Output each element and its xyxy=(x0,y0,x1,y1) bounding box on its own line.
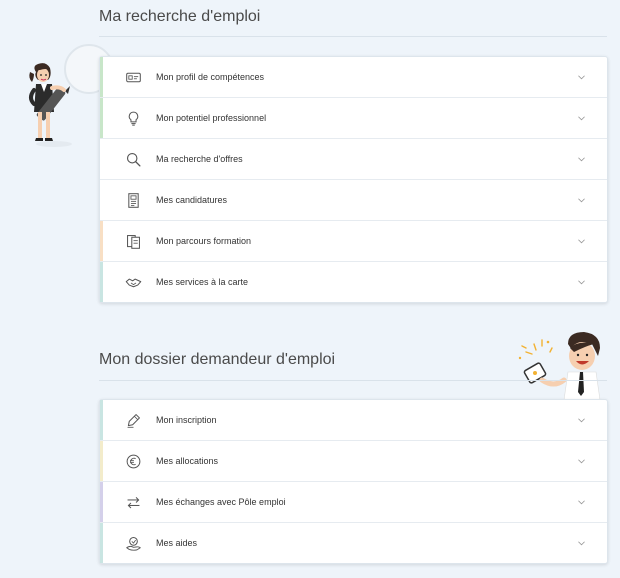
chevron-down-icon[interactable] xyxy=(577,196,585,204)
menu-item-recherche-offres[interactable]: Ma recherche d'offres xyxy=(100,139,607,180)
chevron-down-icon[interactable] xyxy=(577,237,585,245)
book-icon xyxy=(123,231,143,251)
chevron-down-icon[interactable] xyxy=(577,416,585,424)
handshake-icon xyxy=(123,272,143,292)
man-illustration xyxy=(512,330,612,401)
row-accent xyxy=(100,400,103,440)
section-title-recherche: Ma recherche d'emploi xyxy=(99,8,261,25)
chevron-down-icon[interactable] xyxy=(577,155,585,163)
lightbulb-icon xyxy=(123,108,143,128)
menu-item-label: Mon potentiel professionnel xyxy=(156,113,267,123)
menu-item-inscription[interactable]: Mon inscription xyxy=(100,400,607,441)
id-card-icon xyxy=(123,67,143,87)
menu-item-label: Ma recherche d'offres xyxy=(156,154,243,164)
menu-item-label: Mes allocations xyxy=(156,456,219,466)
recherche-menu-card: Mon profil de compétences Mon potentiel … xyxy=(99,56,608,303)
woman-illustration xyxy=(24,62,84,148)
chevron-down-icon[interactable] xyxy=(577,73,585,81)
row-accent xyxy=(100,221,103,261)
document-icon xyxy=(123,190,143,210)
row-accent xyxy=(100,98,103,138)
section-divider xyxy=(99,380,607,381)
menu-item-label: Mes candidatures xyxy=(156,195,228,205)
menu-item-potentiel-professionnel[interactable]: Mon potentiel professionnel xyxy=(100,98,607,139)
menu-item-services-carte[interactable]: Mes services à la carte xyxy=(100,262,607,302)
chevron-down-icon[interactable] xyxy=(577,498,585,506)
menu-item-candidatures[interactable]: Mes candidatures xyxy=(100,180,607,221)
row-accent xyxy=(100,523,103,563)
menu-item-label: Mon inscription xyxy=(156,415,217,425)
section-title-dossier: Mon dossier demandeur d'emploi xyxy=(99,351,336,368)
row-accent xyxy=(100,441,103,481)
aid-icon xyxy=(123,533,143,553)
chevron-down-icon[interactable] xyxy=(577,278,585,286)
menu-item-echanges[interactable]: Mes échanges avec Pôle emploi xyxy=(100,482,607,523)
menu-item-parcours-formation[interactable]: Mon parcours formation xyxy=(100,221,607,262)
menu-item-label: Mon parcours formation xyxy=(156,236,252,246)
menu-item-profil-competences[interactable]: Mon profil de compétences xyxy=(100,57,607,98)
menu-item-label: Mes échanges avec Pôle emploi xyxy=(156,497,286,507)
row-accent xyxy=(100,57,103,97)
menu-item-label: Mon profil de compétences xyxy=(156,72,265,82)
euro-icon xyxy=(123,451,143,471)
menu-item-label: Mes aides xyxy=(156,538,198,548)
chevron-down-icon[interactable] xyxy=(577,539,585,547)
exchange-icon xyxy=(123,492,143,512)
row-accent xyxy=(100,482,103,522)
menu-item-allocations[interactable]: Mes allocations xyxy=(100,441,607,482)
chevron-down-icon[interactable] xyxy=(577,114,585,122)
chevron-down-icon[interactable] xyxy=(577,457,585,465)
menu-item-label: Mes services à la carte xyxy=(156,277,249,287)
dossier-menu-card: Mon inscription Mes allocations Mes écha… xyxy=(99,399,608,564)
row-accent xyxy=(100,262,103,302)
search-icon xyxy=(123,149,143,169)
pen-icon xyxy=(123,410,143,430)
menu-item-aides[interactable]: Mes aides xyxy=(100,523,607,563)
section-divider xyxy=(99,36,607,37)
